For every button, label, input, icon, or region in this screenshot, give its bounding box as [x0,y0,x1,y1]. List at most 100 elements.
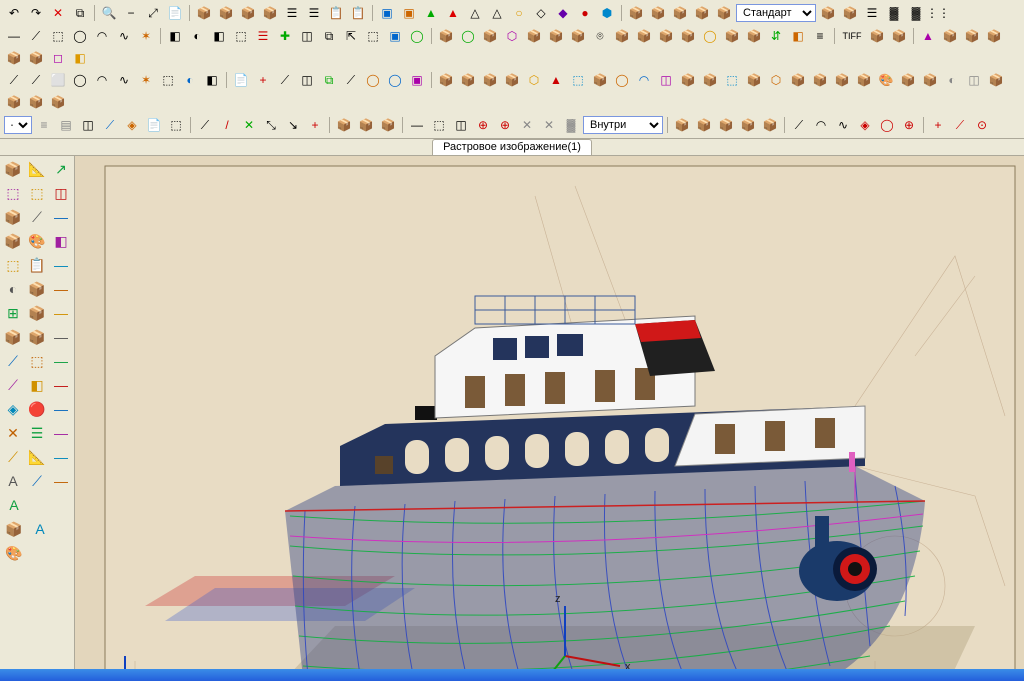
solid-icon[interactable]: 📦 [590,70,610,90]
shape-icon[interactable]: △ [487,3,507,23]
palette-tool-icon[interactable]: ⟋ [26,206,48,228]
tool-icon[interactable]: ▣ [407,70,427,90]
palette-tool-icon[interactable]: 📋 [26,254,48,276]
solid-icon[interactable]: 📦 [480,26,500,46]
solid-icon[interactable]: 📦 [840,3,860,23]
tool-icon[interactable]: ∿ [114,70,134,90]
solid-icon[interactable]: 📦 [458,70,478,90]
snap-icon[interactable]: ⟋ [789,115,809,135]
snap-icon[interactable]: ◈ [855,115,875,135]
inside-combo[interactable]: Внутри [583,116,663,134]
snap-icon[interactable]: ⟋ [950,115,970,135]
palette-tool-icon[interactable]: — [50,422,72,444]
solid-icon[interactable]: ⬚ [722,70,742,90]
sphere-icon[interactable]: ● [575,3,595,23]
zoom-icon[interactable]: 🔍 [99,3,119,23]
tool-icon[interactable]: ▣ [385,26,405,46]
os-taskbar[interactable] [0,669,1024,681]
line-icon[interactable]: — [4,26,24,46]
solid-icon[interactable]: 📦 [524,26,544,46]
tiff-label[interactable]: TIFF [839,26,865,46]
zoom-out-icon[interactable]: − [121,3,141,23]
solid-icon[interactable]: ⬚ [568,70,588,90]
solid-icon[interactable]: 📦 [940,26,960,46]
solid-icon[interactable]: 📦 [678,70,698,90]
solid-icon[interactable]: 📦 [334,115,354,135]
tool-icon[interactable]: ✕ [539,115,559,135]
box-icon[interactable]: 📦 [194,3,214,23]
tool-icon[interactable]: ⟋ [275,70,295,90]
page-icon[interactable]: 📄 [165,3,185,23]
line-icon[interactable]: ⟋ [26,26,46,46]
palette-tool-icon[interactable]: — [50,206,72,228]
solid-icon[interactable]: ▲ [546,70,566,90]
palette-tool-icon[interactable]: — [50,374,72,396]
tool-icon[interactable]: / [217,115,237,135]
arc-icon[interactable]: ◠ [92,26,112,46]
tool-icon[interactable]: ◐ [187,26,207,46]
redo-icon[interactable]: ↷ [26,3,46,23]
solid-icon[interactable]: 📦 [920,70,940,90]
palette-tool-icon[interactable]: ⟋ [2,446,24,468]
tool-icon[interactable]: — [407,115,427,135]
solid-icon[interactable]: 📦 [656,26,676,46]
palette-tool-icon[interactable]: — [50,302,72,324]
palette-tool-icon[interactable]: ◧ [50,230,72,252]
circle-icon[interactable]: ○ [509,3,529,23]
solid-icon[interactable]: 📦 [854,70,874,90]
list-icon[interactable]: ☰ [282,3,302,23]
tool-icon[interactable]: ⬚ [231,26,251,46]
palette-tool-icon[interactable]: ⊞ [2,302,24,324]
view-icon[interactable]: 📦 [738,115,758,135]
shape-icon[interactable]: ▣ [399,3,419,23]
palette-tool-icon[interactable]: 📐 [26,446,48,468]
view-icon[interactable]: 📦 [672,115,692,135]
solid-icon[interactable]: ◧ [788,26,808,46]
tool-icon[interactable]: ▤ [56,115,76,135]
palette-tool-icon[interactable]: ⬚ [26,182,48,204]
palette-tool-icon[interactable]: 🎨 [2,542,26,564]
tool-icon[interactable]: ⟋ [341,70,361,90]
snap-icon[interactable]: ◠ [811,115,831,135]
palette-icon[interactable]: 🎨 [876,70,896,90]
palette-tool-icon[interactable]: 📦 [26,326,48,348]
bulb-icon[interactable]: 📦 [722,26,742,46]
view-icon[interactable]: 📦 [716,115,736,135]
solid-icon[interactable]: ⬡ [524,70,544,90]
tool-icon[interactable]: ✶ [136,70,156,90]
palette-tool-icon[interactable]: 📦 [2,158,24,180]
hatch-icon[interactable]: ▓ [906,3,926,23]
solid-icon[interactable]: 📦 [832,70,852,90]
tool-icon[interactable]: ⟋ [195,115,215,135]
solid-icon[interactable]: 📦 [26,48,46,68]
palette-tool-icon[interactable]: 📦 [26,302,48,324]
solid-icon[interactable]: ⬡ [502,26,522,46]
solid-icon[interactable]: 📦 [356,115,376,135]
solid-icon[interactable]: 📦 [692,3,712,23]
spline-icon[interactable]: ∿ [114,26,134,46]
solid-icon[interactable]: 📦 [480,70,500,90]
tool-icon[interactable]: ⧉ [319,26,339,46]
tool-icon[interactable]: ⬚ [158,70,178,90]
palette-tool-icon[interactable]: 📦 [2,326,24,348]
list-icon[interactable]: ☰ [304,3,324,23]
solid-icon[interactable]: 📦 [986,70,1006,90]
solid-icon[interactable]: 📦 [436,70,456,90]
palette-tool-icon[interactable]: ☰ [26,422,48,444]
tool-icon[interactable]: ▓ [561,115,581,135]
solid-icon[interactable]: 📦 [810,70,830,90]
shape-icon[interactable]: △ [465,3,485,23]
palette-tool-icon[interactable]: A [2,494,26,516]
solid-icon[interactable]: ≡ [810,26,830,46]
palette-tool-icon[interactable]: ⟋ [2,350,24,372]
hex-icon[interactable]: ⬢ [597,3,617,23]
solid-icon[interactable]: ⬡ [766,70,786,90]
tool-icon[interactable]: + [253,70,273,90]
box-icon[interactable]: 📦 [260,3,280,23]
view-icon[interactable]: 📦 [694,115,714,135]
tool-icon[interactable]: ⬜ [48,70,68,90]
palette-tool-icon[interactable]: ⬚ [26,350,48,372]
tool-icon[interactable]: ⤡ [261,115,281,135]
tool-icon[interactable]: ◯ [363,70,383,90]
palette-tool-icon[interactable]: — [50,326,72,348]
